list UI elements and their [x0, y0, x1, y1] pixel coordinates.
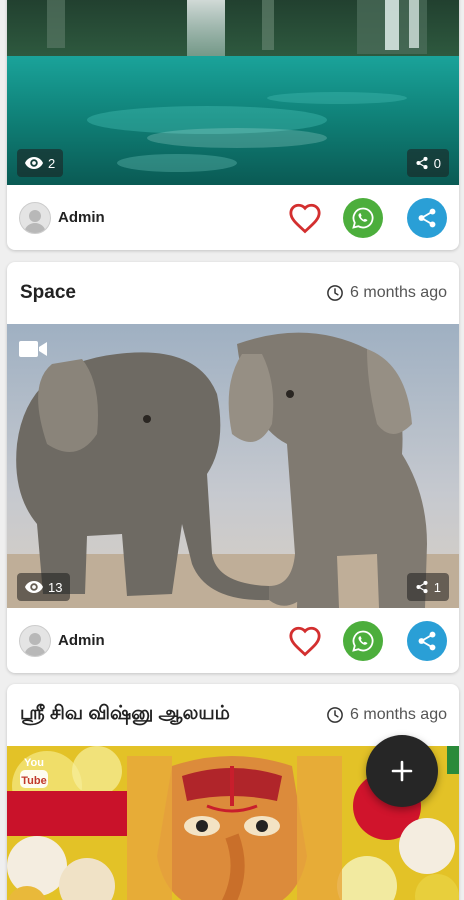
post-card: 2 0 Admin [7, 0, 459, 250]
whatsapp-share-button[interactable] [343, 620, 383, 661]
share-count: 1 [433, 579, 441, 595]
view-count-chip: 2 [17, 149, 64, 177]
whatsapp-share-button[interactable] [343, 197, 383, 238]
heart-outline-icon [289, 203, 321, 233]
post-video-thumbnail[interactable]: 13 1 [7, 324, 459, 608]
elephants-image [7, 324, 459, 608]
share-count-chip: 0 [406, 149, 449, 177]
eye-icon [25, 581, 43, 593]
view-count-chip: 13 [17, 573, 71, 601]
user-avatar-icon [24, 209, 46, 233]
post-feed[interactable]: 2 0 Admin Space 6 months ago 13 1 Admin … [0, 0, 464, 900]
eye-icon [25, 157, 43, 169]
youtube-logo-icon: You Tube [20, 757, 48, 788]
plus-icon [391, 760, 413, 782]
share-count-chip: 1 [406, 573, 449, 601]
avatar[interactable] [19, 201, 51, 234]
whatsapp-icon [352, 630, 374, 652]
like-button[interactable] [285, 198, 325, 238]
svg-text:You: You [24, 757, 44, 769]
view-count: 13 [48, 579, 63, 595]
view-count: 2 [48, 155, 56, 171]
share-count: 0 [433, 155, 441, 171]
like-button[interactable] [285, 621, 325, 661]
time-label: 6 months ago [350, 284, 447, 301]
post-title[interactable]: Space [20, 282, 76, 304]
post-image-waterfall[interactable]: 2 0 [7, 0, 459, 185]
svg-text:Tube: Tube [21, 775, 46, 787]
clock-icon [327, 285, 343, 301]
user-avatar-icon [24, 632, 46, 656]
time-label: 6 months ago [350, 706, 447, 723]
author-name[interactable]: Admin [58, 632, 105, 649]
post-header: Space 6 months ago [7, 262, 459, 324]
waterfall-lake-image [7, 0, 459, 185]
post-card: Space 6 months ago 13 1 Admin [7, 262, 459, 673]
youtube-badge: You Tube [19, 754, 49, 790]
share-icon [418, 631, 436, 650]
share-icon [418, 208, 436, 227]
share-button[interactable] [407, 620, 447, 661]
post-time: 6 months ago [326, 706, 447, 724]
author-name[interactable]: Admin [58, 209, 105, 226]
video-camera-icon [19, 341, 47, 357]
share-icon [416, 156, 428, 170]
clock-icon [327, 707, 343, 723]
post-footer: Admin [7, 608, 459, 673]
add-post-fab[interactable] [366, 735, 438, 807]
post-footer: Admin [7, 185, 459, 250]
share-button[interactable] [407, 197, 447, 238]
whatsapp-icon [352, 207, 374, 229]
post-time: 6 months ago [326, 284, 447, 302]
post-title[interactable]: ஸ்ரீ சிவ விஷ்னு ஆலயம் [20, 703, 230, 727]
share-icon [416, 580, 428, 594]
heart-outline-icon [289, 626, 321, 656]
avatar[interactable] [19, 624, 51, 657]
